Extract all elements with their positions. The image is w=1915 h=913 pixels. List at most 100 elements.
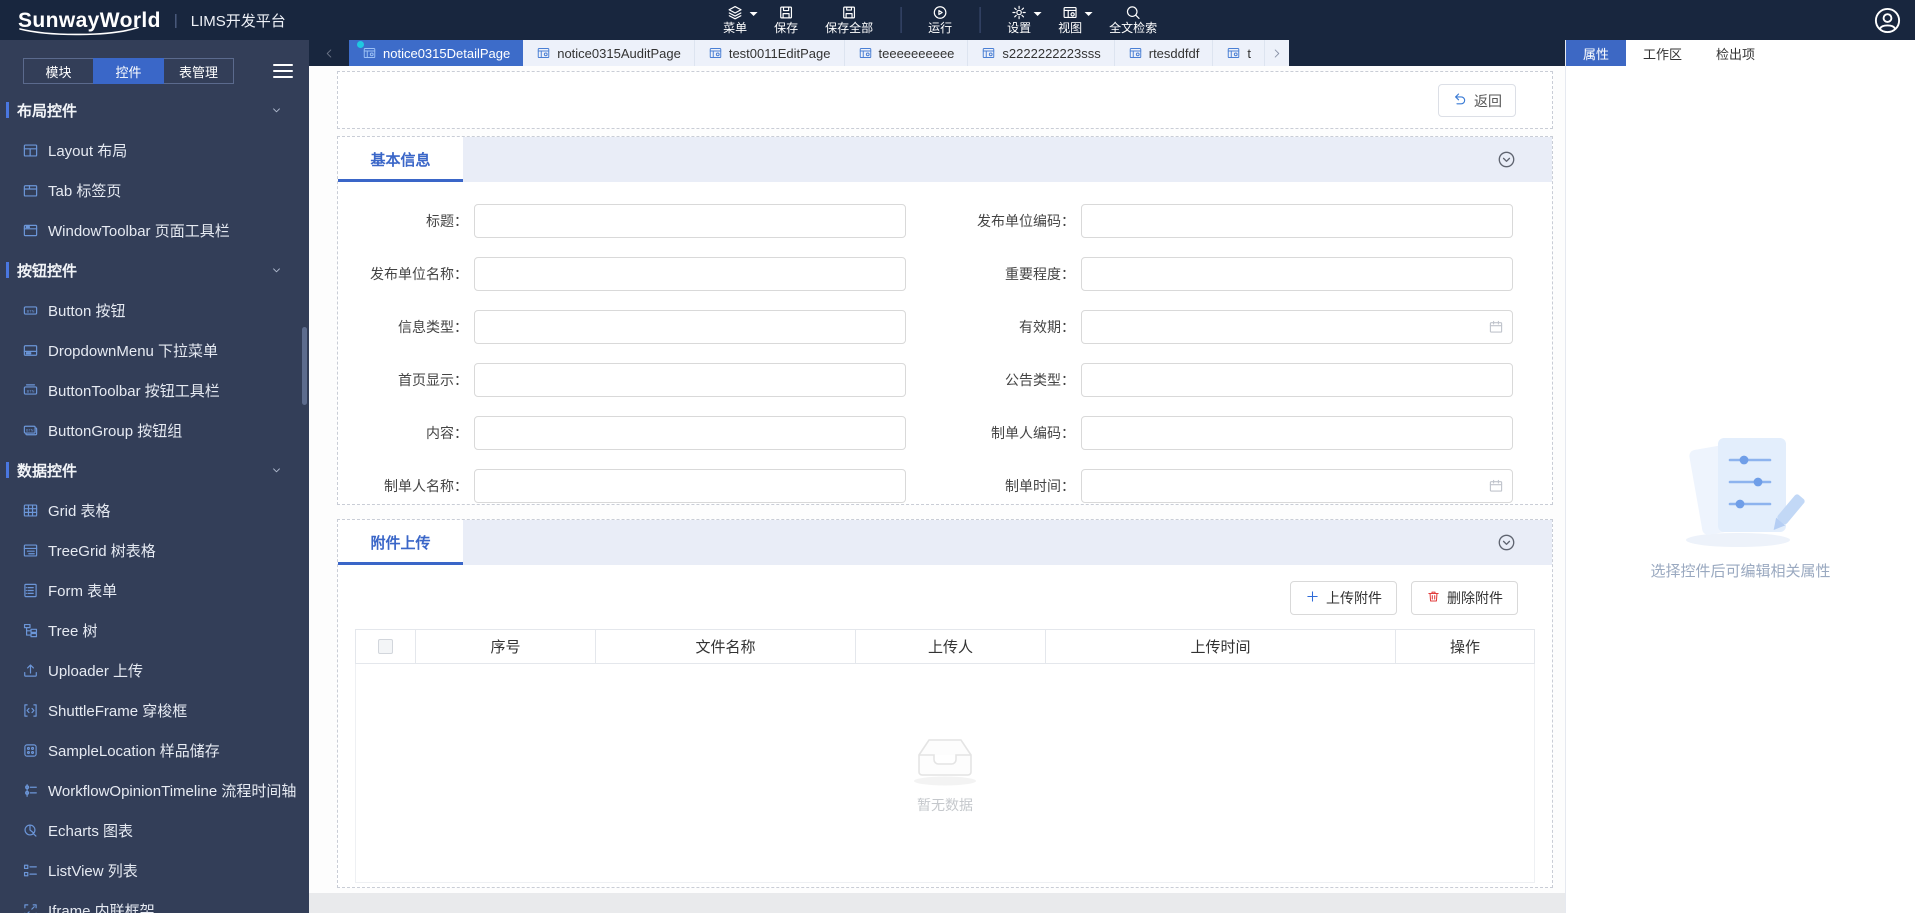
save-all-icon bbox=[843, 6, 856, 19]
page-tab-notice0315AuditPage[interactable]: notice0315AuditPage bbox=[523, 40, 695, 66]
sidebar-item-iframe[interactable]: Iframe 内联框架 bbox=[0, 890, 309, 913]
tab-attachment-upload[interactable]: 附件上传 bbox=[338, 520, 463, 565]
panel-tab-检出项[interactable]: 检出项 bbox=[1699, 40, 1772, 66]
doc-page-icon bbox=[709, 47, 722, 59]
collapse-icon[interactable] bbox=[1497, 150, 1516, 169]
page-tab-s2222222223sss[interactable]: s2222222223sss bbox=[968, 40, 1115, 66]
toolbar-button-view[interactable]: 视图 bbox=[1058, 4, 1093, 36]
user-avatar[interactable] bbox=[1874, 7, 1901, 34]
sidebar-tab-表管理[interactable]: 表管理 bbox=[163, 58, 234, 84]
hamburger-menu-icon[interactable] bbox=[273, 64, 293, 78]
sidebar-item-echarts[interactable]: Echarts 图表 bbox=[0, 810, 309, 850]
page-tab-teeeeeeeeee[interactable]: teeeeeeeeee bbox=[844, 40, 969, 66]
sidebar-item-shuttle-frame[interactable]: ShuttleFrame 穿梭框 bbox=[0, 690, 309, 730]
group-header[interactable]: 数据控件 bbox=[0, 450, 309, 490]
page-toolbar-region[interactable]: 返回 bbox=[337, 71, 1553, 129]
user-avatar-icon bbox=[1874, 7, 1901, 34]
sidebar-item-window-toolbar[interactable]: WindowToolbar 页面工具栏 bbox=[0, 210, 309, 250]
panel-tab-工作区[interactable]: 工作区 bbox=[1626, 40, 1699, 66]
sidebar-item-workflow-timeline[interactable]: WorkflowOpinionTimeline 流程时间轴 bbox=[0, 770, 309, 810]
sidebar-item-grid[interactable]: Grid 表格 bbox=[0, 490, 309, 530]
collapse-icon bbox=[1498, 534, 1515, 551]
toolbar-button-run[interactable]: 运行 bbox=[928, 4, 952, 36]
tree-icon bbox=[23, 623, 38, 637]
page-tabs: notice0315DetailPage notice0315AuditPage t… bbox=[349, 40, 1265, 66]
sidebar-item-tab[interactable]: Tab 标签页 bbox=[0, 170, 309, 210]
button-group-icon: BTN bbox=[23, 425, 38, 435]
empty-text: 暂无数据 bbox=[917, 797, 973, 813]
toolbar-button-gear[interactable]: 设置 bbox=[1007, 4, 1042, 36]
form-input-r3c1[interactable] bbox=[474, 310, 906, 344]
page-tab-t[interactable]: t bbox=[1213, 40, 1265, 66]
doc-page-icon bbox=[363, 47, 376, 59]
caret-down-icon bbox=[749, 12, 758, 20]
sidebar-item-dropdown-menu[interactable]: DropdownMenu 下拉菜单 bbox=[0, 330, 309, 370]
chevron-down-icon bbox=[273, 467, 280, 472]
app-window: SunwayWorld | LIMS开发平台 菜单 保存 保存全部 运行 设置 视图 全文检… bbox=[0, 0, 1915, 913]
form-label: 标题： bbox=[426, 213, 468, 229]
select-all-checkbox[interactable] bbox=[378, 639, 393, 654]
sidebar-item-sample-location[interactable]: SampleLocation 样品储存 bbox=[0, 730, 309, 770]
form-input-r2c1[interactable] bbox=[474, 257, 906, 291]
sidebar-item-treegrid[interactable]: TreeGrid 树表格 bbox=[0, 530, 309, 570]
doc-page-icon bbox=[1129, 47, 1141, 59]
sidebar-scrollbar[interactable] bbox=[302, 327, 307, 405]
page-tab-notice0315DetailPage[interactable]: notice0315DetailPage bbox=[349, 40, 524, 66]
sidebar-item-button[interactable]: BTN Button 按钮 bbox=[0, 290, 309, 330]
toolbar-button-layers[interactable]: 菜单 bbox=[723, 4, 758, 36]
panel-tab-属性[interactable]: 属性 bbox=[1566, 40, 1627, 66]
sidebar-item-button-group[interactable]: BTN ButtonGroup 按钮组 bbox=[0, 410, 309, 450]
page-tab-test0011EditPage[interactable]: test0011EditPage bbox=[694, 40, 845, 66]
sidebar-item-layout[interactable]: Layout 布局 bbox=[0, 130, 309, 170]
form-input-r6c2[interactable] bbox=[1081, 469, 1513, 503]
basic-info-panel[interactable]: 基本信息 标题： 发布单位编码： 发布单位名称： 重要程度： 信息类型： 有效期： 首页显示… bbox=[337, 136, 1553, 505]
layout-icon bbox=[23, 143, 38, 157]
page-tab-rtesddfdf[interactable]: rtesddfdf bbox=[1114, 40, 1214, 66]
toolbar-button-save-all[interactable]: 保存全部 bbox=[825, 4, 873, 36]
form-input-r3c2[interactable] bbox=[1081, 310, 1513, 344]
column-header-5: 操作 bbox=[1449, 639, 1480, 656]
delete-attachment-button[interactable]: 删除附件 bbox=[1411, 581, 1518, 615]
column-header-4: 上传时间 bbox=[1046, 630, 1396, 663]
sidebar-item-listview[interactable]: ListView 列表 bbox=[0, 850, 309, 890]
tab-scroll-left-button[interactable] bbox=[309, 40, 349, 66]
header-toolbar: 菜单 保存 保存全部 运行 设置 视图 全文检索 bbox=[723, 0, 1157, 40]
form-input-r5c2[interactable] bbox=[1081, 416, 1513, 450]
page-tab-strip: notice0315DetailPage notice0315AuditPage t… bbox=[309, 40, 1565, 66]
sidebar-tab-模块[interactable]: 模块 bbox=[23, 58, 94, 84]
sidebar-tab-控件[interactable]: 控件 bbox=[93, 58, 164, 84]
upload-attachment-button[interactable]: 上传附件 bbox=[1290, 581, 1397, 615]
form-input-r6c1[interactable] bbox=[474, 469, 906, 503]
trash-icon bbox=[1428, 591, 1439, 602]
sidebar-item-tree[interactable]: Tree 树 bbox=[0, 610, 309, 650]
sidebar-item-uploader[interactable]: Uploader 上传 bbox=[0, 650, 309, 690]
group-accent-bar bbox=[6, 102, 9, 118]
workflow-timeline-icon bbox=[25, 783, 37, 797]
group-header[interactable]: 按钮控件 bbox=[0, 250, 309, 290]
form-input-r4c1[interactable] bbox=[474, 363, 906, 397]
attachment-panel[interactable]: 附件上传 上传附件 删除附件 序号 文件名称 上传人 上传时间 操作 暂无数据 bbox=[337, 519, 1553, 888]
form-input-r5c1[interactable] bbox=[474, 416, 906, 450]
sidebar-item-button-toolbar[interactable]: BTN ButtonToolbar 按钮工具栏 bbox=[0, 370, 309, 410]
form-input-r1c1[interactable] bbox=[474, 204, 906, 238]
canvas-bottom-scrollbar[interactable] bbox=[309, 893, 1565, 913]
tab-basic-info[interactable]: 基本信息 bbox=[338, 137, 463, 182]
form-input-r2c2[interactable] bbox=[1081, 257, 1513, 291]
properties-hint: 选择控件后可编辑相关属性 bbox=[1650, 563, 1831, 580]
properties-tabs: 属性 工作区 检出项 bbox=[1566, 40, 1915, 66]
listview-icon bbox=[23, 864, 37, 876]
group-accent-bar bbox=[6, 262, 9, 278]
chevron-right-icon bbox=[1275, 48, 1280, 58]
sidebar-item-form[interactable]: Form 表单 bbox=[0, 570, 309, 610]
properties-empty-state: 选择控件后可编辑相关属性 bbox=[1566, 432, 1915, 581]
button-icon: BTN bbox=[23, 305, 38, 315]
back-button[interactable]: 返回 bbox=[1438, 84, 1516, 117]
toolbar-divider bbox=[900, 7, 902, 33]
form-input-r4c2[interactable] bbox=[1081, 363, 1513, 397]
collapse-icon[interactable] bbox=[1497, 533, 1516, 552]
toolbar-button-search[interactable]: 全文检索 bbox=[1109, 4, 1157, 36]
tab-scroll-right-button[interactable] bbox=[1264, 40, 1289, 66]
toolbar-button-save[interactable]: 保存 bbox=[774, 4, 798, 36]
group-header[interactable]: 布局控件 bbox=[0, 90, 309, 130]
form-input-r1c2[interactable] bbox=[1081, 204, 1513, 238]
